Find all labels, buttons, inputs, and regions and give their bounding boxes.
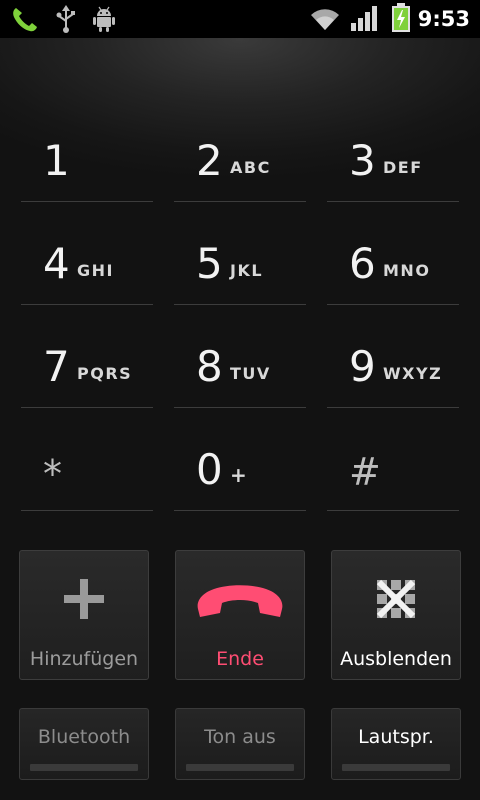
dialpad-key-8[interactable]: 8 TUV xyxy=(174,316,306,408)
speaker-label: Lautspr. xyxy=(358,726,434,748)
mute-label: Ton aus xyxy=(204,726,276,748)
key-divider xyxy=(21,407,153,408)
key-divider xyxy=(21,304,153,305)
key-letters: DEF xyxy=(383,158,423,177)
key-divider xyxy=(174,510,306,511)
key-divider xyxy=(327,304,459,305)
key-digit: 7 xyxy=(43,342,70,391)
dialpad-key-7[interactable]: 7 PQRS xyxy=(21,316,153,408)
usb-icon xyxy=(56,5,75,33)
dialpad-key-1[interactable]: 1 xyxy=(21,110,153,202)
hide-dialpad-icon xyxy=(376,579,416,619)
dialpad-key-6[interactable]: 6 MNO xyxy=(327,213,459,305)
wifi-icon xyxy=(311,9,339,31)
mute-toggle[interactable]: Ton aus xyxy=(175,708,305,780)
signal-icon xyxy=(351,6,377,31)
key-divider xyxy=(21,201,153,202)
key-digit: 4 xyxy=(43,239,70,288)
key-digit: 2 xyxy=(196,136,223,185)
key-digit: 3 xyxy=(349,136,376,185)
phone-call-icon xyxy=(13,8,37,32)
key-digit: 5 xyxy=(196,239,223,288)
battery-charging-icon xyxy=(392,3,410,32)
key-divider xyxy=(174,201,306,202)
dialpad-key-hash[interactable]: # xyxy=(327,419,459,511)
in-call-screen: 9:53 1 2 ABC 3 DEF 4 GHI 5 JKL 6 MNO 7 P… xyxy=(0,0,480,800)
key-letters: GHI xyxy=(77,261,114,280)
key-letters: TUV xyxy=(230,364,271,383)
dialpad-key-5[interactable]: 5 JKL xyxy=(174,213,306,305)
key-divider xyxy=(327,510,459,511)
key-digit: 0 xyxy=(196,445,223,494)
bluetooth-label: Bluetooth xyxy=(37,726,131,748)
key-digit: * xyxy=(43,452,62,496)
status-bar: 9:53 xyxy=(0,0,480,38)
plus-icon xyxy=(64,579,104,619)
key-letters: WXYZ xyxy=(383,364,443,383)
status-time: 9:53 xyxy=(417,7,470,31)
key-divider xyxy=(174,304,306,305)
bluetooth-indicator xyxy=(30,764,138,771)
bluetooth-toggle[interactable]: Bluetooth xyxy=(19,708,149,780)
dialpad-key-star[interactable]: * xyxy=(21,419,153,511)
android-debug-icon xyxy=(93,6,115,32)
key-digit: 9 xyxy=(349,342,376,391)
hide-dialpad-label: Ausblenden xyxy=(340,648,452,670)
key-letters: + xyxy=(230,463,249,487)
key-letters: MNO xyxy=(383,261,431,280)
end-call-button[interactable]: Ende xyxy=(175,550,305,680)
speaker-indicator xyxy=(342,764,450,771)
key-divider xyxy=(174,407,306,408)
add-call-button[interactable]: Hinzufügen xyxy=(19,550,149,680)
dialpad-key-2[interactable]: 2 ABC xyxy=(174,110,306,202)
key-divider xyxy=(21,510,153,511)
key-divider xyxy=(327,201,459,202)
key-letters: ABC xyxy=(230,158,271,177)
dialpad-key-0[interactable]: 0 + xyxy=(174,419,306,511)
key-letters: PQRS xyxy=(77,364,133,383)
dialpad-key-3[interactable]: 3 DEF xyxy=(327,110,459,202)
end-call-icon xyxy=(197,585,283,617)
speaker-toggle[interactable]: Lautspr. xyxy=(331,708,461,780)
add-call-label: Hinzufügen xyxy=(29,648,139,670)
key-divider xyxy=(327,407,459,408)
key-letters: JKL xyxy=(230,261,264,280)
key-digit: 8 xyxy=(196,342,223,391)
hide-dialpad-button[interactable]: Ausblenden xyxy=(331,550,461,680)
key-digit: 1 xyxy=(43,136,70,185)
key-digit: # xyxy=(349,450,381,494)
dialpad-key-9[interactable]: 9 WXYZ xyxy=(327,316,459,408)
key-digit: 6 xyxy=(349,239,376,288)
end-call-label: Ende xyxy=(216,648,264,670)
mute-indicator xyxy=(186,764,294,771)
dialpad-key-4[interactable]: 4 GHI xyxy=(21,213,153,305)
